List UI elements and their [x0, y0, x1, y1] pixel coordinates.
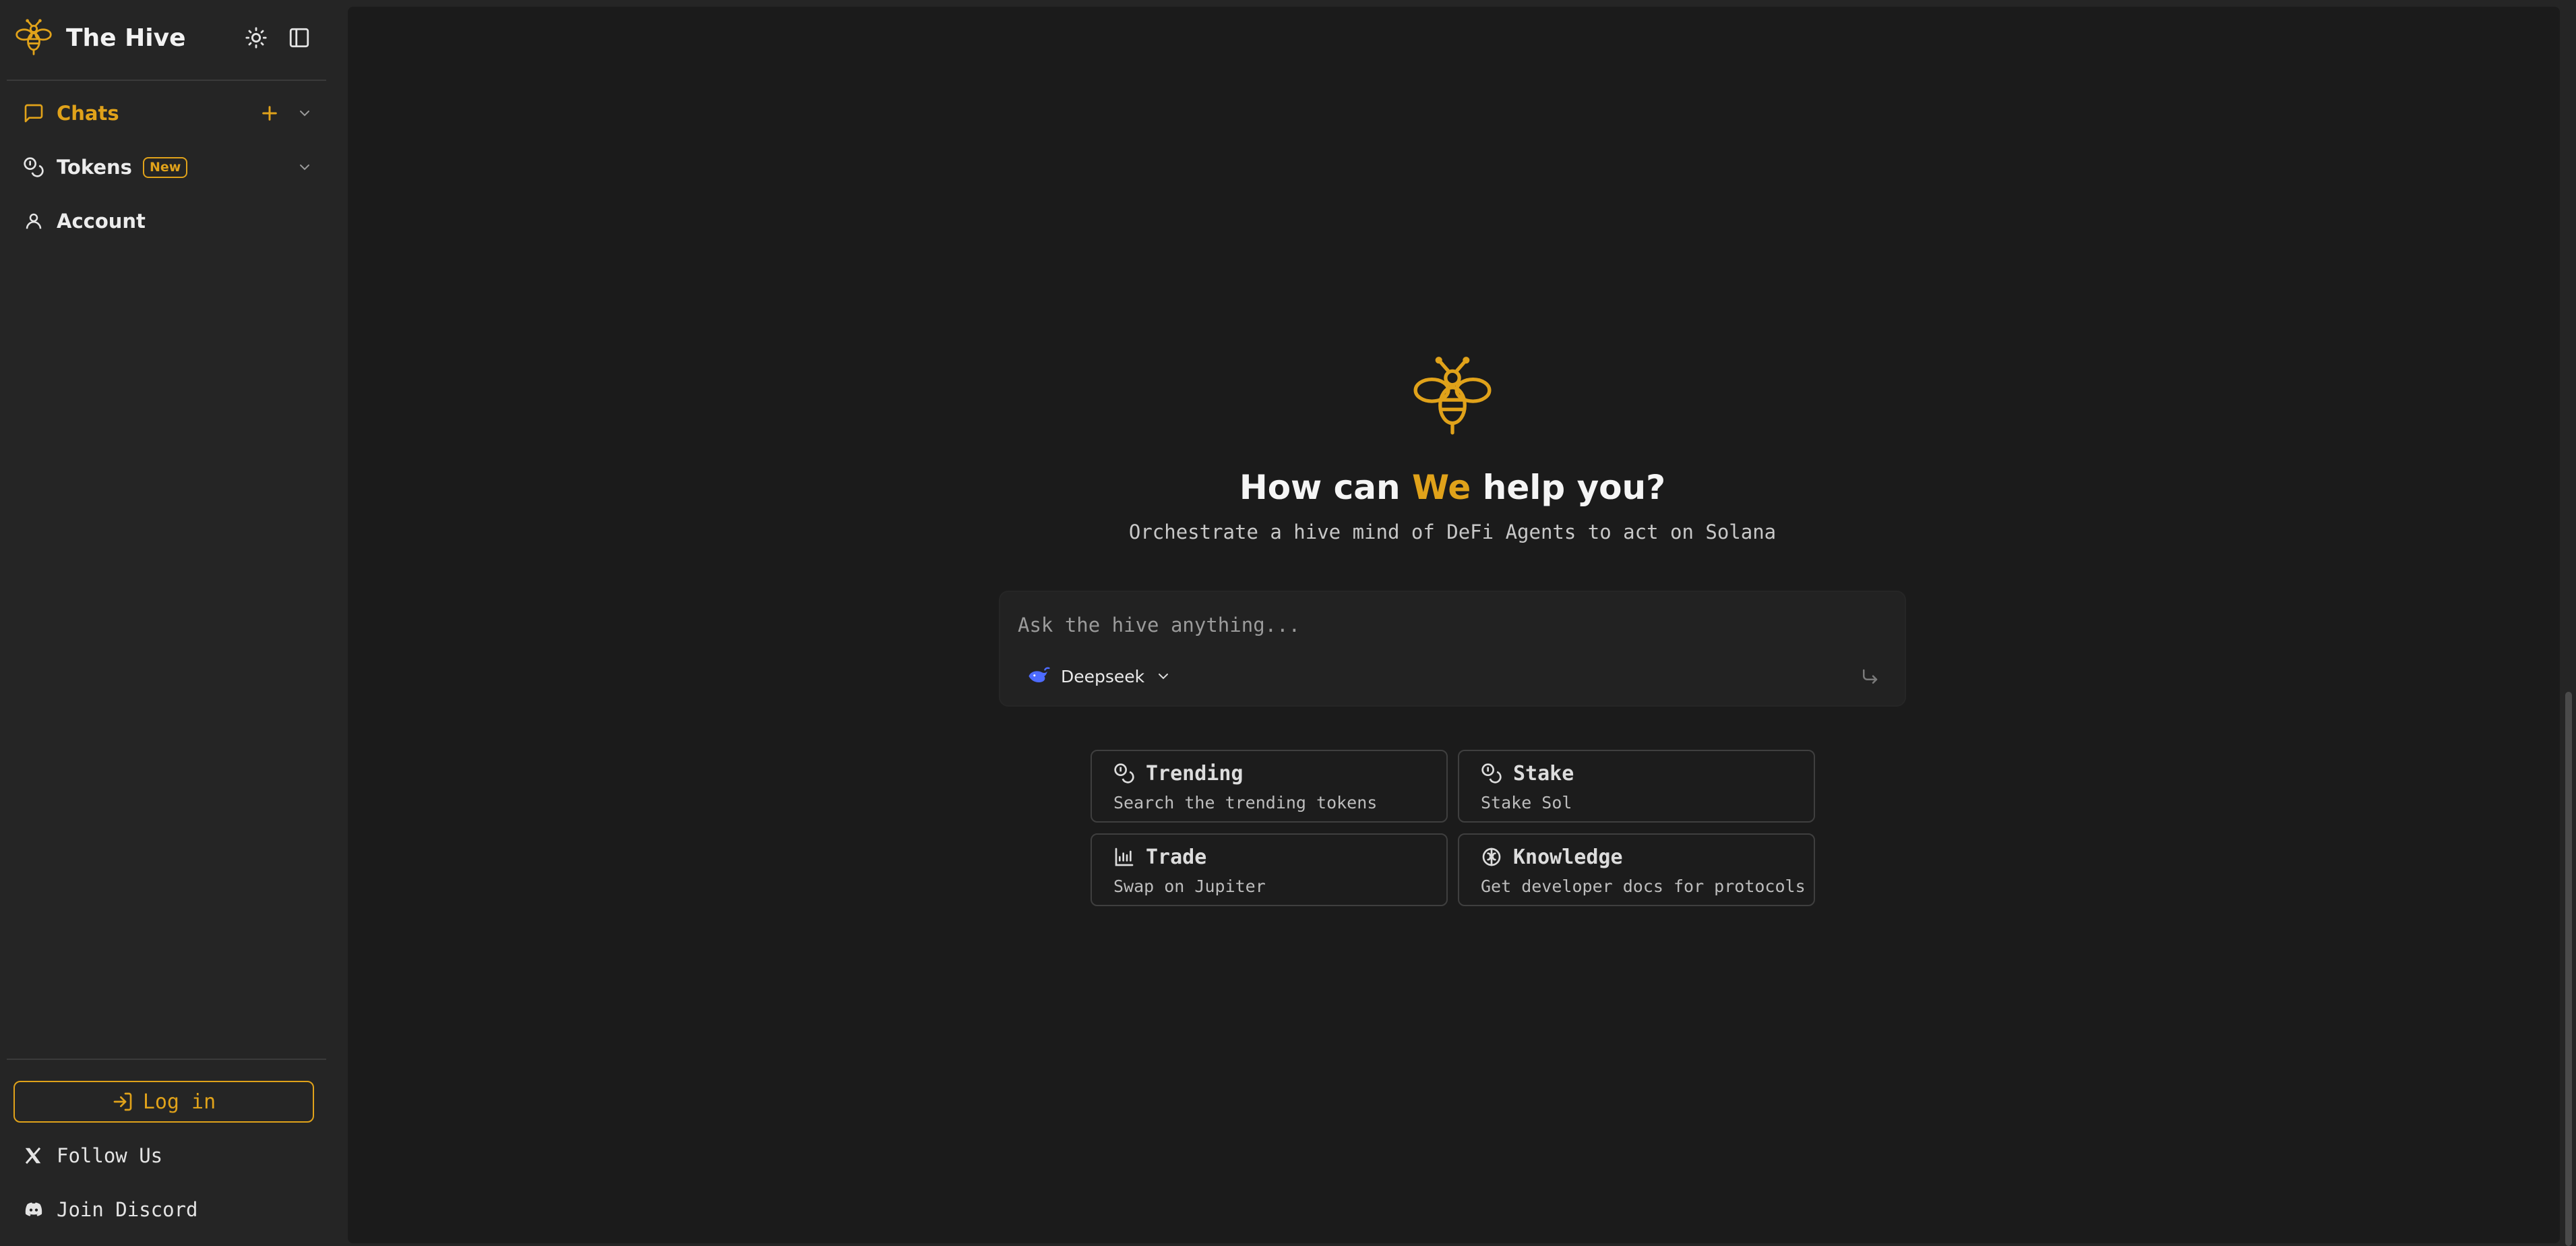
suggestion-title: Trade [1146, 846, 1207, 869]
new-badge: New [142, 156, 188, 178]
login-icon [112, 1091, 133, 1112]
panel-left-icon [289, 28, 309, 48]
suggestion-card-trade[interactable]: Trade Swap on Jupiter [1091, 833, 1448, 906]
send-button[interactable] [1855, 662, 1884, 692]
headline-pre: How can [1239, 468, 1413, 507]
chevron-down-icon [300, 165, 309, 171]
chart-icon [1113, 846, 1136, 869]
theme-toggle-button[interactable] [241, 23, 271, 53]
tokens-expand-button[interactable] [291, 154, 318, 181]
join-discord-label: Join Discord [57, 1198, 198, 1221]
sidebar-item-chats[interactable]: Chats [20, 93, 119, 134]
sidebar-item-label: Tokens [57, 156, 132, 179]
user-icon [20, 208, 47, 235]
chats-expand-button[interactable] [291, 100, 318, 127]
chat-bubble-icon [20, 100, 47, 127]
sidebar: The Hive Chats Tokens New Account Log in… [0, 0, 344, 1246]
plus-icon [262, 106, 277, 121]
sidebar-item-account[interactable]: Account [20, 201, 146, 241]
suggestion-title: Stake [1513, 762, 1574, 785]
chevron-down-icon [1155, 668, 1171, 684]
chat-input[interactable] [1016, 604, 1828, 646]
suggestion-description: Get developer docs for protocols [1481, 877, 1806, 896]
follow-us-link[interactable]: Follow Us [23, 1135, 162, 1176]
sidebar-toggle-button[interactable] [284, 23, 314, 53]
suggestion-card-stake[interactable]: Stake Stake Sol [1458, 750, 1815, 823]
suggestion-title: Knowledge [1513, 846, 1623, 869]
login-button[interactable]: Log in [13, 1081, 314, 1123]
suggestion-description: Stake Sol [1481, 793, 1572, 812]
login-label: Log in [142, 1090, 216, 1114]
deepseek-whale-icon [1027, 666, 1051, 686]
sidebar-item-label: Chats [57, 102, 119, 125]
coins-icon [20, 154, 47, 181]
model-selector[interactable]: Deepseek [1027, 659, 1171, 693]
coins-icon [1113, 763, 1136, 785]
join-discord-link[interactable]: Join Discord [23, 1189, 198, 1230]
x-logo-icon [23, 1146, 47, 1166]
sidebar-divider [7, 80, 326, 81]
page-subtitle: Orchestrate a hive mind of DeFi Agents t… [1128, 521, 1777, 543]
suggestion-card-knowledge[interactable]: Knowledge Get developer docs for protoco… [1458, 833, 1815, 906]
suggestion-title: Trending [1146, 762, 1244, 785]
bee-hero-icon [1413, 357, 1492, 435]
headline-accent: We [1412, 468, 1471, 507]
model-label: Deepseek [1061, 666, 1145, 686]
suggestion-card-trending[interactable]: Trending Search the trending tokens [1091, 750, 1448, 823]
sun-icon [245, 27, 267, 49]
suggestion-description: Swap on Jupiter [1113, 877, 1266, 896]
page-title: How can We help you? [1011, 468, 1894, 507]
headline-post: help you? [1471, 468, 1666, 507]
brain-icon [1481, 846, 1504, 869]
chevron-down-icon [300, 111, 309, 117]
bee-logo-icon [16, 19, 52, 55]
suggestion-description: Search the trending tokens [1113, 793, 1378, 812]
brand[interactable]: The Hive [13, 18, 186, 58]
discord-icon [23, 1199, 47, 1220]
sidebar-item-tokens[interactable]: Tokens New [20, 147, 188, 187]
follow-us-label: Follow Us [57, 1144, 163, 1167]
corner-down-right-icon [1863, 669, 1878, 684]
new-chat-button[interactable] [256, 100, 283, 127]
chat-composer: Deepseek [999, 591, 1906, 707]
scrollbar[interactable] [2565, 692, 2572, 1246]
app-title: The Hive [66, 24, 186, 52]
sidebar-item-label: Account [57, 210, 146, 233]
coins-icon [1481, 763, 1504, 785]
sidebar-footer-divider [7, 1059, 326, 1060]
